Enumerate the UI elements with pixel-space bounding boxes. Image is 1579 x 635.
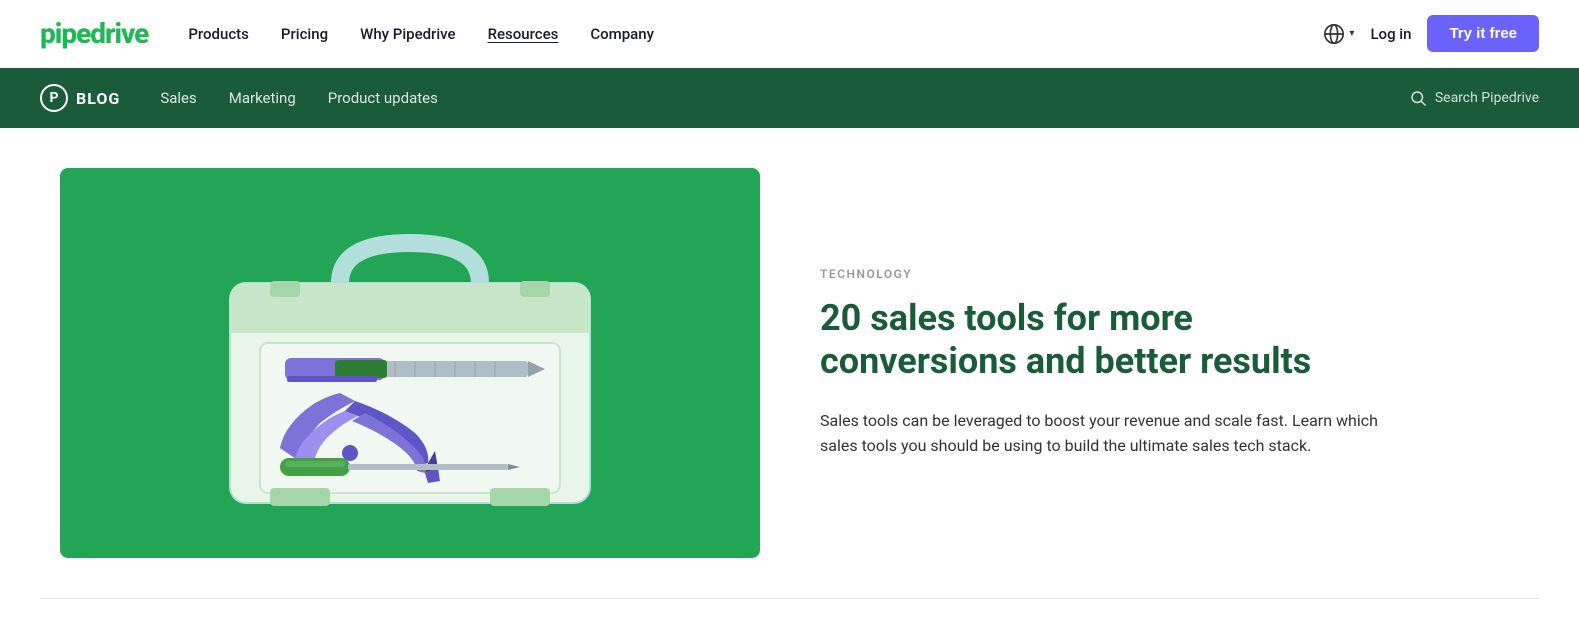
blog-nav-product-updates[interactable]: Product updates	[328, 89, 438, 107]
article-category: TECHNOLOGY	[820, 267, 1380, 281]
pipedrive-blog-icon: P	[40, 84, 68, 112]
nav-company[interactable]: Company	[590, 25, 654, 43]
article-title[interactable]: 20 sales tools for more conversions and …	[820, 297, 1380, 383]
nav-resources[interactable]: Resources	[488, 25, 559, 43]
nav-pricing[interactable]: Pricing	[281, 25, 328, 43]
search-label: Search Pipedrive	[1435, 90, 1539, 106]
blog-nav-marketing[interactable]: Marketing	[229, 89, 296, 107]
blog-label: BLOG	[76, 89, 120, 108]
login-button[interactable]: Log in	[1370, 25, 1411, 43]
blog-bar: P BLOG Sales Marketing Product updates S…	[0, 68, 1579, 128]
hero-image[interactable]	[60, 168, 760, 558]
blog-nav-sales[interactable]: Sales	[160, 89, 196, 107]
blog-logo[interactable]: P BLOG	[40, 84, 120, 112]
language-selector[interactable]: ▾	[1323, 23, 1354, 45]
nav-links: Products Pricing Why Pipedrive Resources…	[188, 25, 1323, 43]
nav-why-pipedrive[interactable]: Why Pipedrive	[360, 25, 455, 43]
blog-search[interactable]: Search Pipedrive	[1409, 89, 1539, 107]
globe-icon	[1323, 23, 1345, 45]
search-icon	[1409, 89, 1427, 107]
nav-right: ▾ Log in Try it free	[1323, 15, 1539, 52]
chevron-down-icon: ▾	[1349, 28, 1354, 39]
main-content: TECHNOLOGY 20 sales tools for more conve…	[0, 128, 1579, 598]
toolbox-illustration	[170, 193, 650, 533]
article-info: TECHNOLOGY 20 sales tools for more conve…	[820, 267, 1380, 459]
top-navigation: pipedrive Products Pricing Why Pipedrive…	[0, 0, 1579, 68]
logo[interactable]: pipedrive	[40, 17, 148, 50]
nav-products[interactable]: Products	[188, 25, 249, 43]
article-description: Sales tools can be leveraged to boost yo…	[820, 408, 1380, 459]
blog-navigation: Sales Marketing Product updates	[160, 89, 1409, 107]
try-free-button[interactable]: Try it free	[1427, 15, 1539, 52]
bottom-divider	[40, 598, 1539, 599]
